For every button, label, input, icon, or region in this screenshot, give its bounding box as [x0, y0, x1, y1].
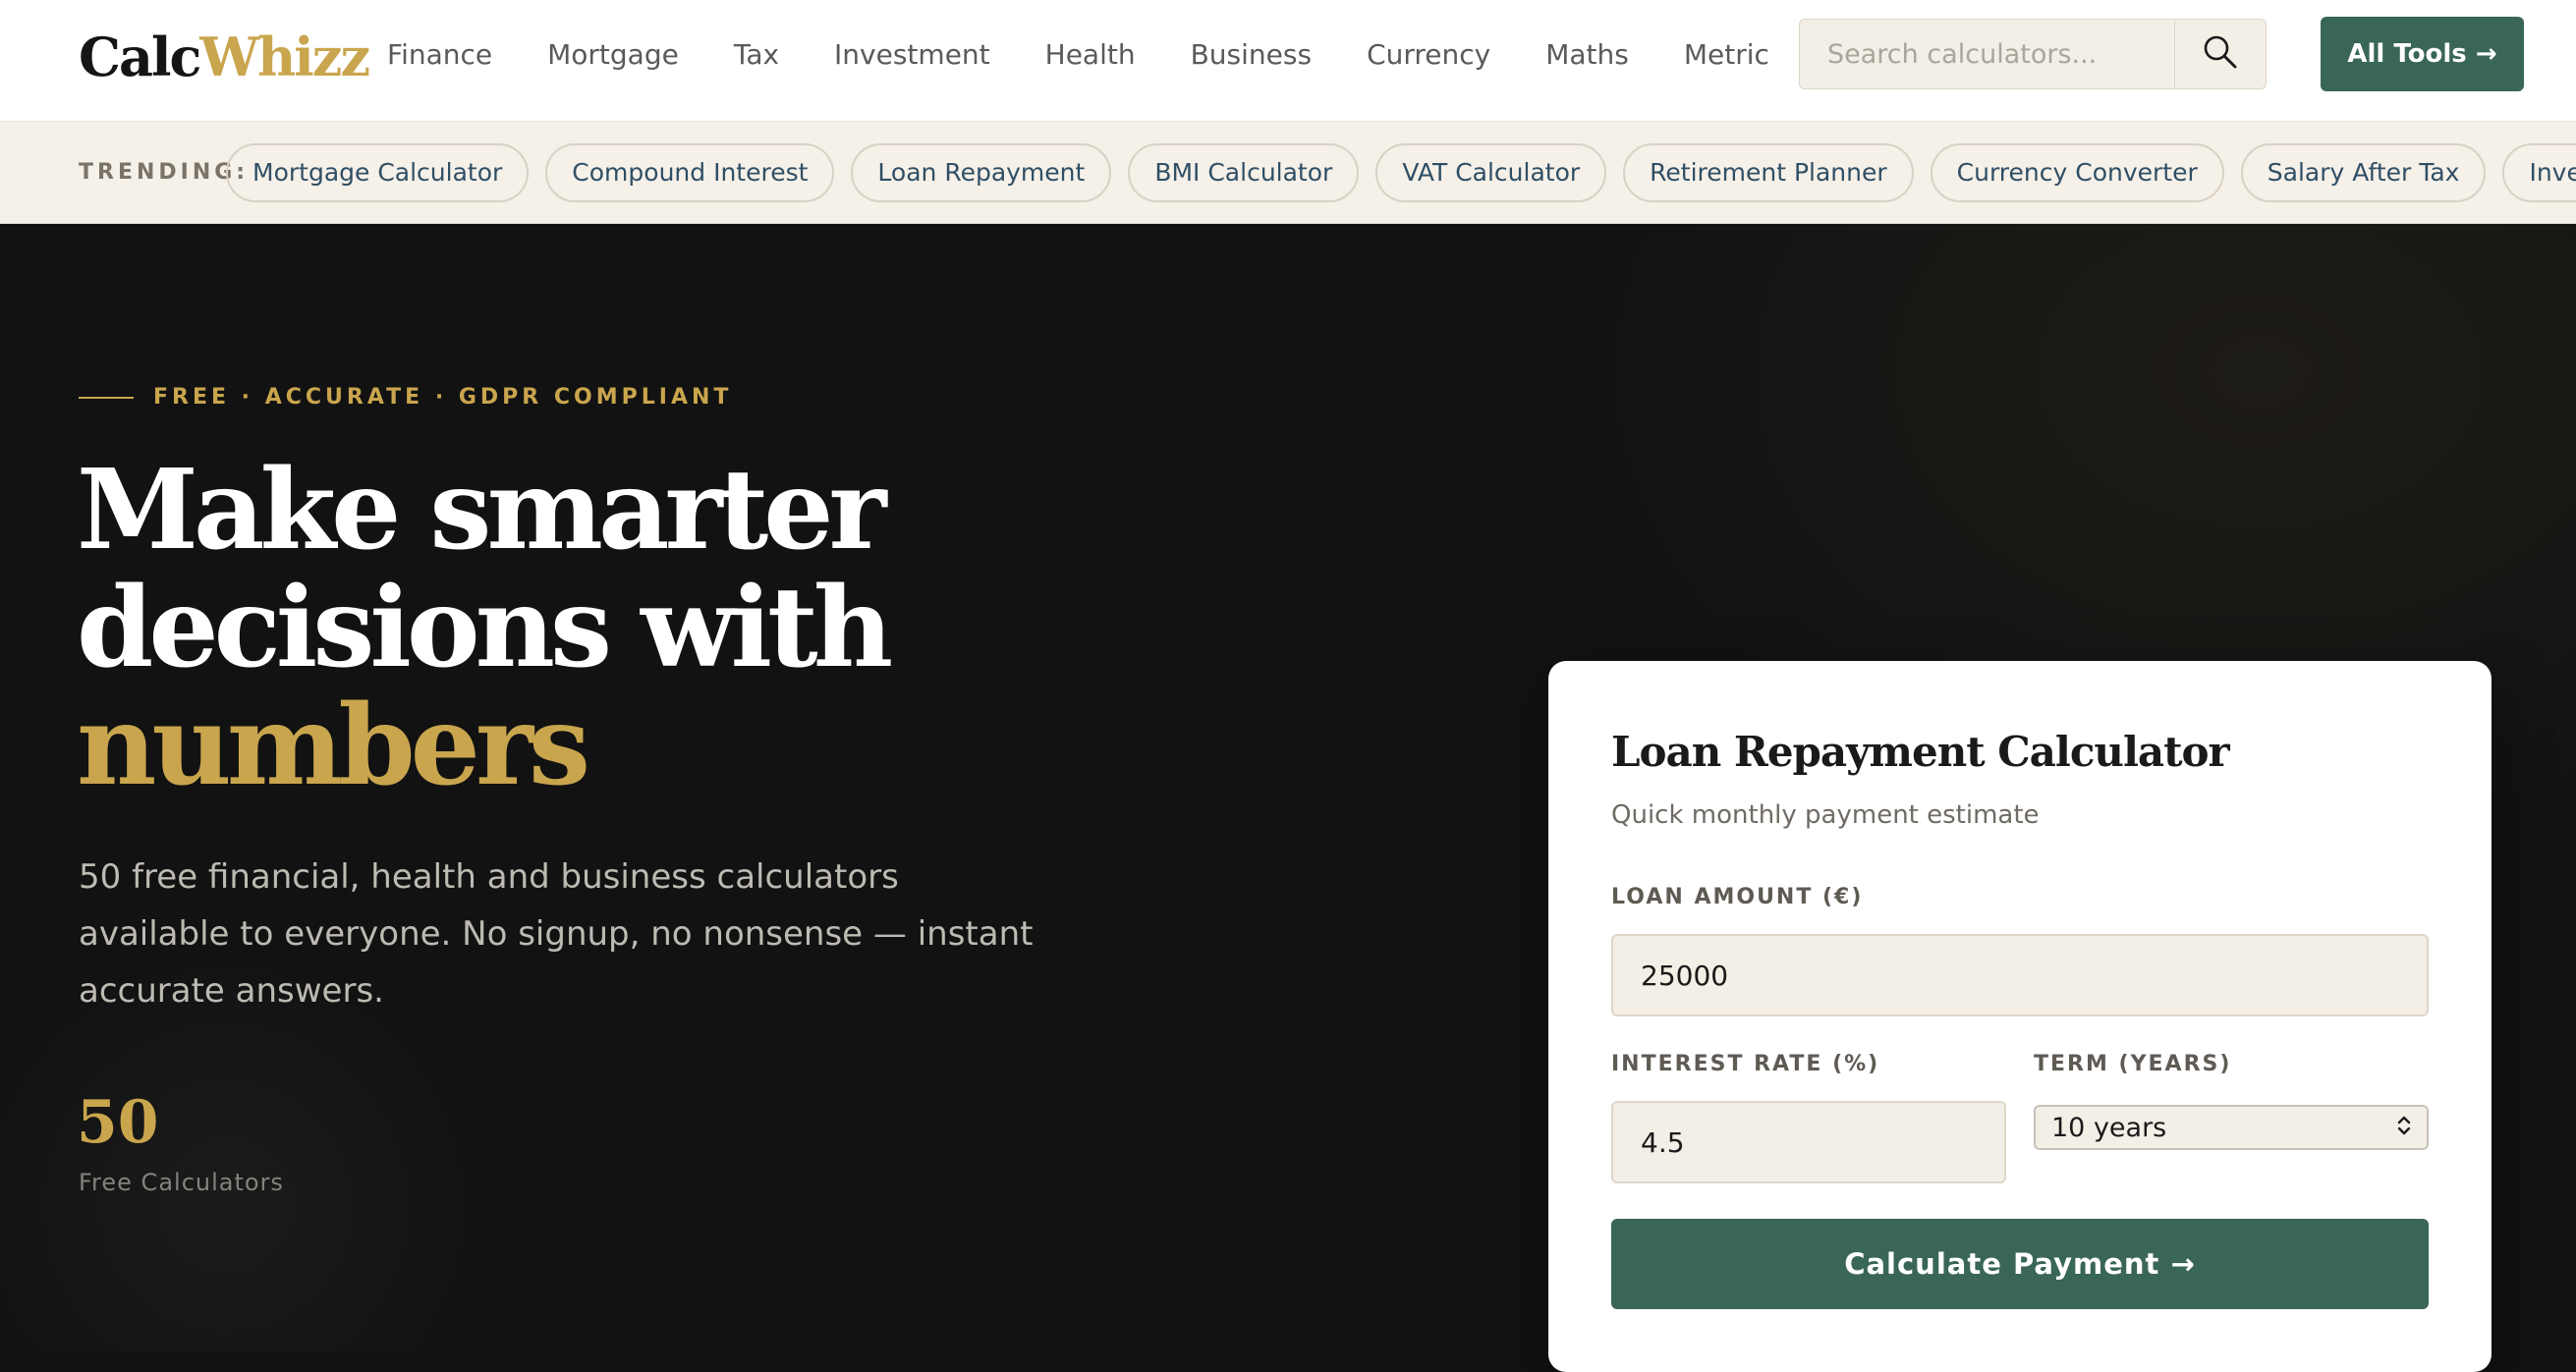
stat-calculators-count: 50 [77, 1088, 159, 1157]
logo-part-whizz: Whizz [199, 26, 370, 88]
all-tools-button[interactable]: All Tools → [2321, 17, 2524, 91]
headline-line-1: Make smarter [77, 446, 887, 575]
nav-item-investment[interactable]: Investment [834, 38, 990, 71]
logo[interactable]: CalcWhizz [79, 18, 370, 96]
trending-pill-bmi-calculator[interactable]: BMI Calculator [1128, 143, 1360, 202]
loan-amount-input[interactable] [1611, 934, 2429, 1016]
logo-part-calc: Calc [79, 26, 201, 88]
loan-calculator-card: Loan Repayment Calculator Quick monthly … [1548, 661, 2492, 1372]
trending-pill-salary-after-tax[interactable]: Salary After Tax [2240, 143, 2487, 202]
interest-rate-label: INTEREST RATE (%) [1611, 1052, 1880, 1076]
search-input[interactable] [1800, 20, 2174, 88]
trending-pill-retirement-planner[interactable]: Retirement Planner [1623, 143, 1914, 202]
trending-pill-investment-returns[interactable]: Investment Returns [2502, 143, 2576, 202]
eyebrow-divider [79, 396, 134, 399]
term-select[interactable]: 10 years [2034, 1105, 2429, 1150]
site-header: CalcWhizz Finance Mortgage Tax Investmen… [0, 0, 2576, 122]
trending-label: TRENDING: [79, 160, 250, 185]
hero-section: FREE · ACCURATE · GDPR COMPLIANT Make sm… [0, 224, 2576, 1372]
calculator-title: Loan Repayment Calculator [1611, 728, 2230, 776]
calculate-payment-button[interactable]: Calculate Payment → [1611, 1219, 2429, 1309]
trending-pill-currency-converter[interactable]: Currency Converter [1930, 143, 2224, 202]
search-icon [2201, 32, 2240, 76]
hero-subtext: 50 free financial, health and business c… [79, 857, 1034, 1011]
nav-item-health[interactable]: Health [1045, 38, 1136, 71]
trending-list: Mortgage Calculator Compound Interest Lo… [226, 143, 2576, 202]
chevron-up-down-icon [2395, 1113, 2413, 1142]
search-button[interactable] [2174, 20, 2266, 88]
nav-item-currency[interactable]: Currency [1367, 38, 1490, 71]
hero-eyebrow: FREE · ACCURATE · GDPR COMPLIANT [79, 385, 732, 410]
stat-calculators-label: Free Calculators [79, 1169, 284, 1196]
calculator-subtitle: Quick monthly payment estimate [1611, 800, 2040, 830]
nav-item-maths[interactable]: Maths [1545, 38, 1629, 71]
hero-headline: Make smarter decisions with numbers [77, 452, 1157, 805]
term-label: TERM (YEARS) [2034, 1052, 2232, 1076]
search-box [1799, 19, 2267, 89]
nav-item-mortgage[interactable]: Mortgage [547, 38, 679, 71]
nav-item-finance[interactable]: Finance [387, 38, 492, 71]
nav-item-tax[interactable]: Tax [734, 38, 779, 71]
trending-pill-compound-interest[interactable]: Compound Interest [545, 143, 835, 202]
term-select-value: 10 years [2051, 1112, 2167, 1143]
headline-line-2: decisions with [77, 564, 893, 692]
headline-accent: numbers [77, 682, 590, 810]
trending-pill-vat-calculator[interactable]: VAT Calculator [1375, 143, 1607, 202]
eyebrow-text: FREE · ACCURATE · GDPR COMPLIANT [153, 385, 733, 410]
trending-pill-mortgage-calculator[interactable]: Mortgage Calculator [226, 143, 530, 202]
trending-bar: TRENDING: Mortgage Calculator Compound I… [0, 122, 2576, 224]
nav-item-business[interactable]: Business [1191, 38, 1312, 71]
nav-item-metric[interactable]: Metric [1684, 38, 1769, 71]
trending-pill-loan-repayment[interactable]: Loan Repayment [851, 143, 1112, 202]
interest-rate-input[interactable] [1611, 1101, 2006, 1183]
main-nav: Finance Mortgage Tax Investment Health B… [387, 0, 1824, 108]
loan-amount-label: LOAN AMOUNT (€) [1611, 885, 1864, 909]
